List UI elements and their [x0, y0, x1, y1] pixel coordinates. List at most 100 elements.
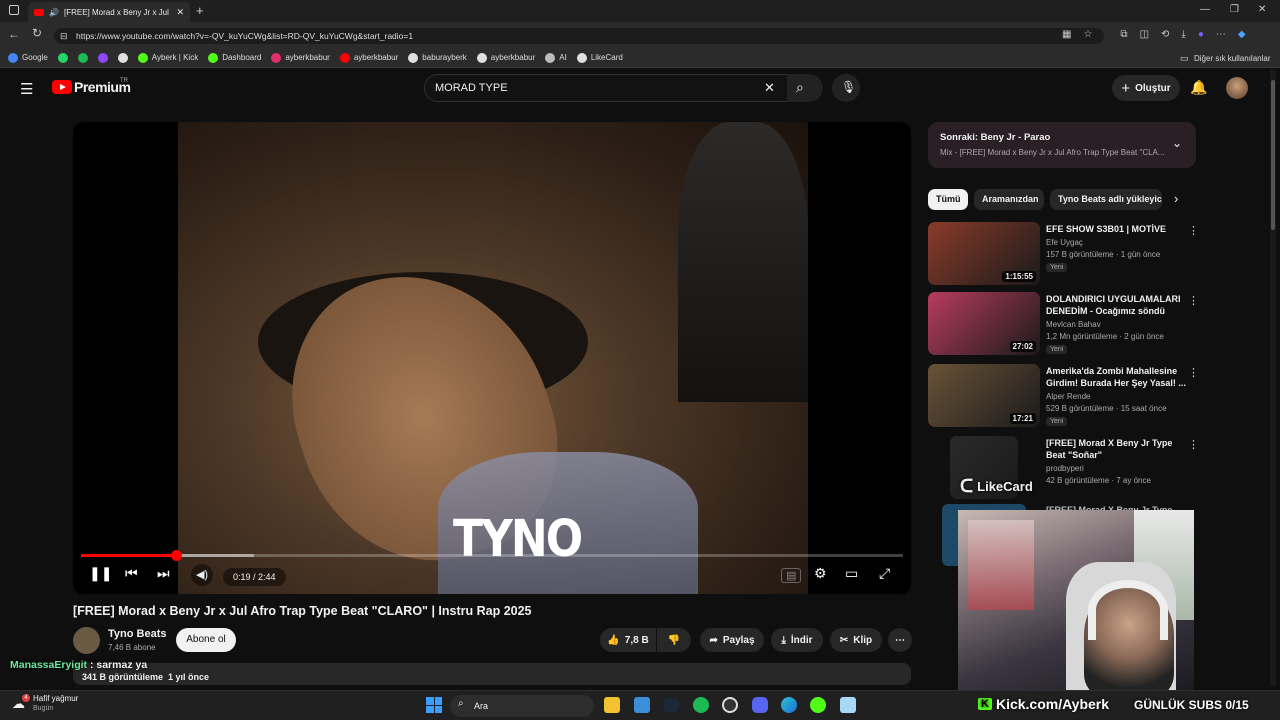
recommendation-title[interactable]: [FREE] Morad X Beny Jr Type Beat "Soñar" — [1046, 437, 1186, 461]
start-windows-icon[interactable] — [426, 697, 442, 713]
settings-gear-icon[interactable]: ⚙ — [814, 565, 827, 582]
site-info-icon[interactable]: ⊟ — [60, 31, 68, 42]
profile-icon[interactable]: ● — [1198, 29, 1204, 40]
filter-chip[interactable]: Tyno Beats adlı yükleyic — [1050, 189, 1162, 210]
youtube-logo-icon[interactable] — [52, 80, 72, 94]
download-button[interactable]: ⤓ İndir — [771, 628, 823, 652]
theater-mode-icon[interactable]: ▭ — [845, 565, 858, 582]
recommendation-title[interactable]: DOLANDIRICI UYGULAMALARI DENEDİM - Ocağı… — [1046, 293, 1186, 317]
obs-icon[interactable] — [722, 697, 738, 713]
recommendation-channel[interactable]: prodbyperi — [1046, 463, 1084, 474]
apps-icon[interactable]: ▦ — [1062, 29, 1071, 40]
speaker-icon[interactable]: 🔊 — [49, 8, 59, 17]
spotify-icon[interactable] — [693, 697, 709, 713]
video-thumbnail[interactable]: 1:15:55 — [928, 222, 1040, 285]
chevron-down-icon[interactable]: ⌄ — [1172, 136, 1182, 150]
bookmark-item[interactable] — [77, 52, 88, 63]
back-icon[interactable]: ← — [8, 27, 20, 41]
recommendation-item[interactable]: 27:02 DOLANDIRICI UYGULAMALARI DENEDİM - … — [928, 292, 1199, 358]
discord-icon[interactable] — [752, 697, 768, 713]
recommendation-item[interactable]: 17:21 Amerika'da Zombi Mahallesine Girdim… — [928, 364, 1199, 430]
pause-icon[interactable]: ❚❚ — [89, 565, 112, 582]
new-tab-button[interactable]: + — [196, 3, 204, 18]
filter-chip[interactable]: Tümü — [928, 189, 968, 210]
dislike-button[interactable]: 👎 — [657, 628, 691, 652]
photos-icon[interactable] — [634, 697, 650, 713]
bookmark-item[interactable]: ayberkbabur — [476, 52, 535, 63]
bookmark-item[interactable]: Google — [8, 52, 48, 63]
more-options-icon[interactable]: ⋮ — [1188, 224, 1199, 237]
other-bookmarks[interactable]: Diğer sık kullanılanlar — [1194, 54, 1270, 63]
more-icon[interactable]: ⋯ — [1216, 29, 1226, 40]
taskbar-search[interactable]: Ara — [450, 695, 594, 717]
video-thumbnail[interactable]: 27:02 — [928, 292, 1040, 355]
video-thumbnail[interactable]: 17:21 — [928, 364, 1040, 427]
notepad-icon[interactable] — [840, 697, 856, 713]
bookmark-item[interactable]: LikeCard — [576, 52, 623, 63]
copilot-icon[interactable]: ◆ — [1238, 29, 1246, 40]
weather-text[interactable]: Hafif yağmur — [33, 694, 78, 703]
url-field[interactable]: https://www.youtube.com/watch?v=-QV_kuYu… — [54, 28, 1104, 44]
partial-recommendation[interactable]: [FREE] Morad X Beny Jr Type — [928, 504, 1198, 566]
notifications-bell-icon[interactable]: 🔔 — [1190, 79, 1207, 96]
channel-avatar[interactable] — [73, 627, 100, 654]
account-avatar[interactable] — [1226, 77, 1248, 99]
download-icon[interactable]: ⤓ — [1181, 29, 1185, 40]
clear-search-icon[interactable]: ✕ — [764, 80, 775, 96]
previous-icon[interactable]: ⏮ — [125, 565, 138, 582]
recommendation-channel[interactable]: Efe Uygaç — [1046, 237, 1083, 248]
extensions-icon[interactable]: ⧉ — [1120, 29, 1127, 40]
clip-button[interactable]: ✂ Klip — [830, 628, 882, 652]
history-icon[interactable]: ⟲ — [1161, 29, 1169, 40]
recommendation-channel[interactable]: Alper Rende — [1046, 391, 1090, 402]
search-input[interactable]: MORAD TYPE — [424, 74, 788, 102]
close-window-icon[interactable]: ✕ — [1258, 4, 1266, 15]
bookmark-item[interactable]: Ayberk | Kick — [137, 52, 198, 63]
edge-icon[interactable] — [781, 697, 797, 713]
window-menu-icon[interactable] — [9, 5, 19, 15]
more-options-icon[interactable]: ⋮ — [1188, 438, 1199, 451]
channel-name[interactable]: Tyno Beats — [108, 628, 166, 640]
progress-scrubber[interactable] — [171, 550, 182, 561]
bookmark-item[interactable] — [97, 52, 108, 63]
bookmark-item[interactable]: Dashboard — [208, 52, 261, 63]
bookmark-item[interactable]: AI — [545, 52, 567, 63]
video-player[interactable]: TYNO ❚❚ ⏮ ⏭ ◀) 0:19 / 2:44 ▤ ⚙ ▭ ⤢ — [73, 122, 911, 594]
subtitles-icon[interactable]: ▤ — [781, 568, 802, 583]
create-button[interactable]: + Oluştur — [1112, 75, 1180, 101]
more-actions-button[interactable]: ⋯ — [888, 628, 912, 652]
maximize-icon[interactable]: ❐ — [1230, 4, 1239, 15]
more-options-icon[interactable]: ⋮ — [1188, 366, 1199, 379]
bookmark-item[interactable]: ayberkbabur — [271, 52, 330, 63]
filter-chip[interactable]: Aramanızdan — [974, 189, 1044, 210]
bookmark-item[interactable]: baburayberk — [408, 52, 467, 63]
search-button[interactable]: ⌕ — [787, 74, 823, 102]
minimize-icon[interactable]: — — [1200, 4, 1210, 15]
voice-search-button[interactable]: 🎙 — [832, 74, 860, 102]
chips-next-icon[interactable]: › — [1174, 191, 1178, 206]
recommendation-title[interactable]: EFE SHOW S3B01 | MOTİVE — [1046, 223, 1186, 235]
hamburger-menu-icon[interactable]: ☰ — [20, 80, 33, 98]
recommendation-channel[interactable]: Mevlcan Bahav — [1046, 319, 1101, 330]
steam-icon[interactable] — [663, 697, 679, 713]
share-button[interactable]: ➦ Paylaş — [700, 628, 764, 652]
recommendation-title[interactable]: Amerika'da Zombi Mahallesine Girdim! Bur… — [1046, 365, 1186, 389]
volume-icon[interactable]: ◀) — [191, 564, 213, 586]
browser-tab[interactable]: 🔊 [FREE] Morad x Beny Jr x Jul ✕ — [28, 2, 190, 22]
tab-close-icon[interactable]: ✕ — [176, 7, 184, 18]
bookmark-item[interactable] — [57, 52, 68, 63]
reload-icon[interactable]: ↻ — [32, 26, 42, 40]
more-options-icon[interactable]: ⋮ — [1188, 294, 1199, 307]
bookmark-item[interactable]: ayberkbabur — [339, 52, 398, 63]
split-icon[interactable]: ◫ — [1140, 29, 1149, 40]
up-next-panel[interactable]: Sonraki: Beny Jr - Parao Mix - [FREE] Mo… — [928, 122, 1196, 168]
bookmark-item[interactable] — [117, 52, 128, 63]
kick-app-icon[interactable] — [810, 697, 826, 713]
scrollbar[interactable] — [1270, 70, 1276, 686]
fullscreen-icon[interactable]: ⤢ — [879, 565, 890, 582]
like-button[interactable]: 👍 7,8 B — [600, 628, 656, 652]
next-icon[interactable]: ⏭ — [157, 565, 170, 582]
favorite-star-icon[interactable]: ☆ — [1083, 29, 1092, 40]
file-explorer-icon[interactable] — [604, 697, 620, 713]
subscribe-button[interactable]: Abone ol — [176, 628, 236, 652]
